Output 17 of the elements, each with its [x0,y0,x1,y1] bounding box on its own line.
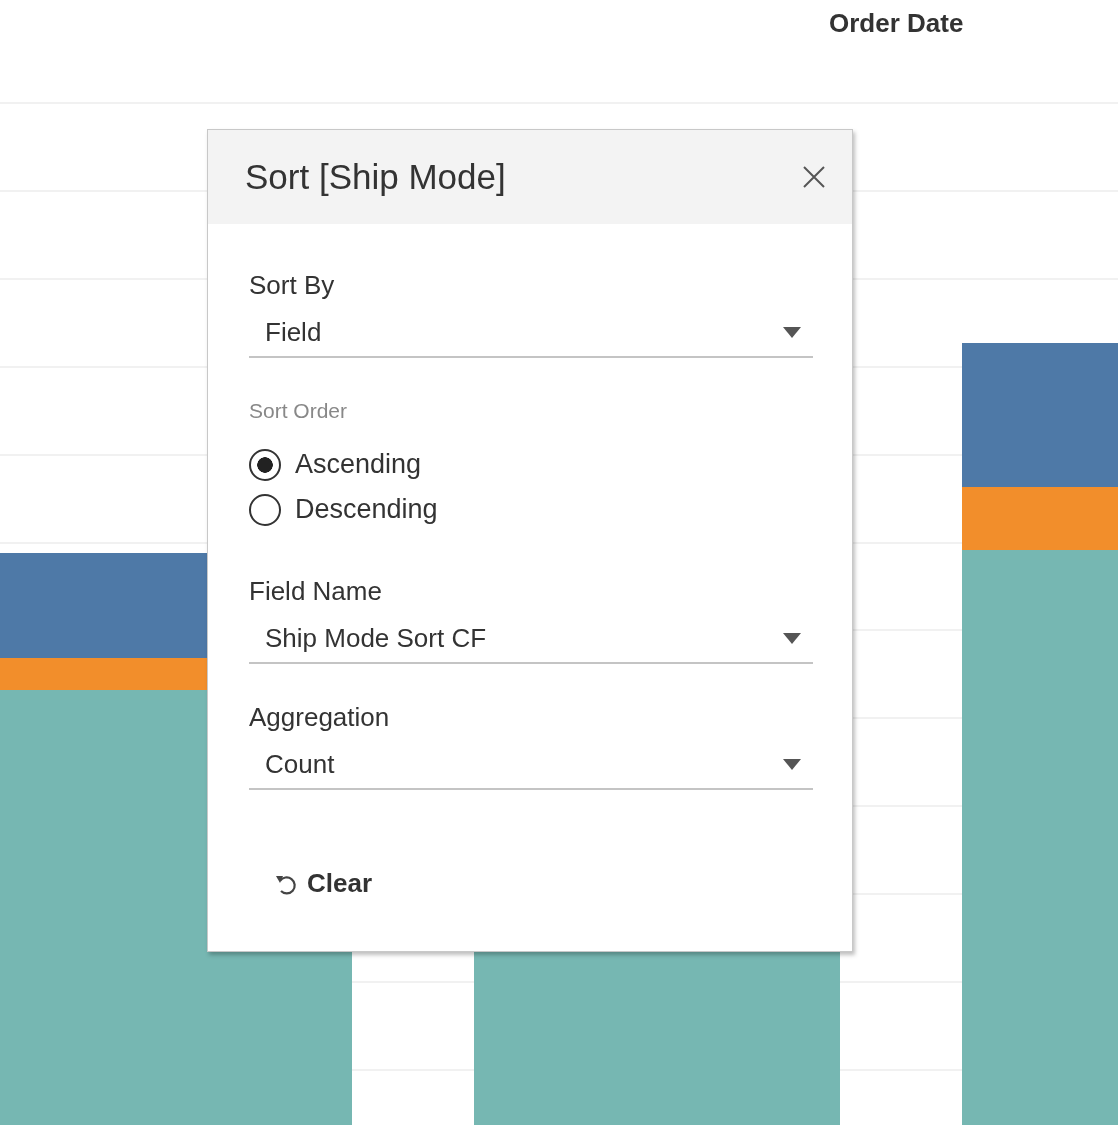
radio-option[interactable]: Descending [249,493,811,526]
close-icon [802,165,826,189]
dropdown[interactable]: Ship Mode Sort CF [249,620,813,664]
close-button[interactable] [802,165,826,189]
caret-icon [783,632,801,644]
caret-icon [783,758,801,770]
dropdown[interactable]: Field [249,314,813,358]
field-label: Sort By [249,270,336,300]
radio-option[interactable]: Ascending [249,448,811,481]
dropdown[interactable]: Count [249,746,813,790]
dialog-title: Sort [Ship Mode] [245,157,506,197]
field-label: Aggregation [249,702,391,732]
axis-title: Order Date [829,8,964,39]
field-label: Field Name [249,576,383,606]
caret-icon [783,326,801,338]
clear-button[interactable]: Clear [275,868,373,899]
section-label: Sort Order [249,398,349,424]
